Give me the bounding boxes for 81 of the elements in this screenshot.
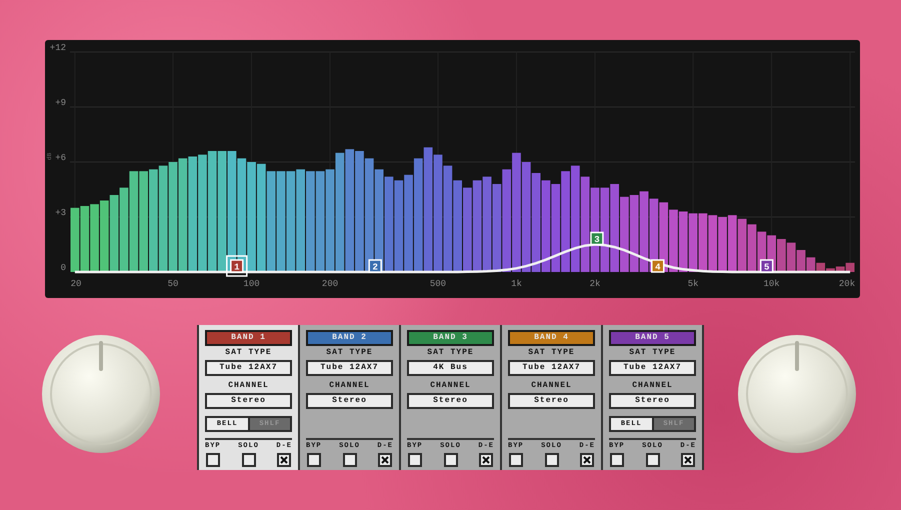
- sat-type-field[interactable]: Tube 12AX7: [609, 360, 696, 376]
- x-tick-label: 50: [168, 279, 178, 289]
- channel-field[interactable]: Stereo: [205, 393, 292, 409]
- band-node[interactable]: 3: [590, 232, 604, 246]
- sat-type-field[interactable]: Tube 12AX7: [306, 360, 393, 376]
- x-tick-label: 100: [243, 279, 260, 289]
- sat-type-field[interactable]: Tube 12AX7: [205, 360, 292, 376]
- toggle-checkbox[interactable]: [508, 453, 523, 467]
- toggle-checkbox[interactable]: [544, 453, 558, 467]
- x-mark-icon: [684, 456, 692, 464]
- spectrum-bar: [80, 206, 90, 272]
- y-tick-label: 0: [60, 263, 66, 273]
- x-tick-label: 10k: [764, 279, 780, 289]
- field-label: CHANNEL: [631, 382, 674, 390]
- band-title[interactable]: BAND 3: [407, 330, 494, 346]
- spectrum-bar: [738, 218, 747, 272]
- band-node[interactable]: 5: [760, 259, 774, 273]
- channel-field[interactable]: Stereo: [609, 393, 696, 409]
- field-label: SAT TYPE: [224, 349, 273, 357]
- toggle-checkbox[interactable]: [646, 453, 660, 467]
- x-mark-icon: [280, 456, 288, 464]
- toggle-checkbox[interactable]: [306, 453, 321, 467]
- toggle-checkbox[interactable]: [610, 453, 624, 467]
- band-node[interactable]: 2: [368, 259, 382, 273]
- field-label: SAT TYPE: [628, 349, 677, 357]
- toggle-checkbox[interactable]: [580, 453, 594, 467]
- channel-field[interactable]: Stereo: [306, 393, 393, 409]
- spectrum-bar: [748, 224, 756, 272]
- spectrum-bar: [698, 213, 708, 272]
- knob[interactable]: [736, 333, 858, 455]
- field-label: SAT TYPE: [527, 349, 576, 357]
- field-label: SAT TYPE: [325, 349, 374, 357]
- toggle-checkbox[interactable]: [342, 453, 356, 467]
- spectrum-bar: [786, 242, 796, 272]
- spectrum-bar: [688, 213, 698, 272]
- spectrum-bar: [70, 208, 80, 272]
- x-mark-icon: [482, 456, 490, 464]
- x-tick-label: 20: [70, 279, 82, 289]
- spectrum-bar: [777, 239, 786, 272]
- toggle-checkbox[interactable]: [378, 453, 392, 467]
- toggle-checkbox[interactable]: [242, 453, 256, 467]
- y-tick-label: +3: [55, 208, 66, 218]
- spectrum-bar: [718, 217, 727, 272]
- sat-type-field[interactable]: Tube 12AX7: [508, 360, 595, 376]
- spectrum-bar: [678, 212, 688, 272]
- band-title[interactable]: BAND 1: [205, 330, 292, 346]
- spectrum-bar: [728, 215, 737, 272]
- toggle-checkbox[interactable]: [479, 453, 494, 467]
- band-node[interactable]: 1: [226, 255, 248, 277]
- x-tick-label: 200: [322, 279, 338, 289]
- toggle-checkbox[interactable]: [444, 453, 458, 467]
- channel-field[interactable]: Stereo: [508, 393, 595, 409]
- field-label: SAT TYPE: [426, 349, 475, 357]
- knob[interactable]: [40, 333, 162, 455]
- channel-field[interactable]: Stereo: [407, 393, 494, 409]
- spectrum-bar: [90, 204, 99, 272]
- field-label: CHANNEL: [429, 382, 472, 390]
- x-mark-icon: [583, 456, 592, 464]
- x-mark-icon: [381, 456, 390, 464]
- toggle-checkbox[interactable]: [681, 453, 696, 467]
- x-tick-label: 5k: [688, 279, 698, 289]
- toggle-checkbox[interactable]: [408, 453, 422, 467]
- x-tick-label: 1k: [511, 279, 522, 289]
- band-title[interactable]: BAND 5: [609, 330, 696, 346]
- x-tick-label: 20k: [838, 279, 856, 289]
- field-label: CHANNEL: [328, 382, 371, 390]
- band-node[interactable]: 4: [651, 259, 665, 273]
- y-tick-label: +9: [55, 98, 66, 108]
- toggle-checkbox[interactable]: [206, 453, 220, 467]
- y-tick-label: +6: [55, 153, 66, 163]
- band-title[interactable]: BAND 2: [306, 330, 393, 346]
- field-label: CHANNEL: [530, 382, 573, 390]
- spectrum-bar: [669, 210, 678, 272]
- x-tick-label: 500: [430, 279, 446, 289]
- spectrum-bar: [708, 215, 718, 272]
- field-label: CHANNEL: [227, 382, 270, 390]
- spectrum-bar: [100, 200, 109, 272]
- y-tick-label: +12: [50, 43, 66, 53]
- sat-type-field[interactable]: 4K Bus: [407, 360, 494, 376]
- x-tick-label: 2k: [590, 279, 600, 289]
- toggle-checkbox[interactable]: [277, 453, 292, 467]
